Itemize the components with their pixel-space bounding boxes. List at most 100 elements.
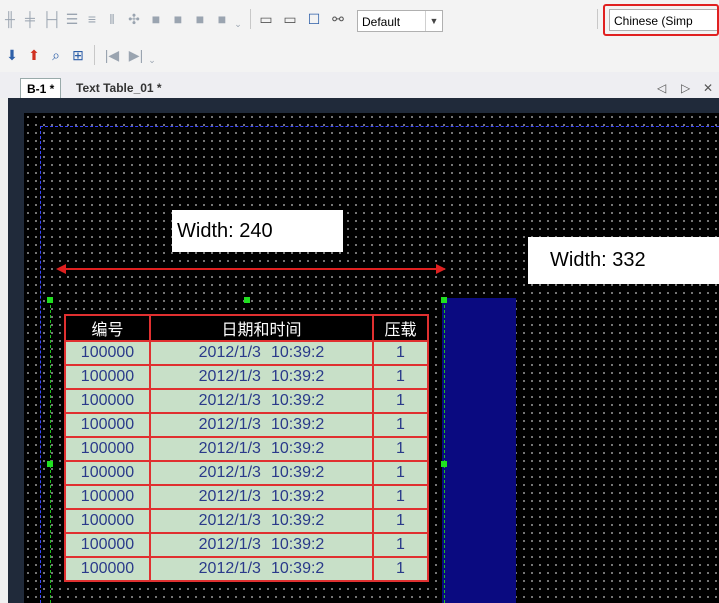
table-row: 100000 2012/1/3 10:39:2 1 — [64, 460, 429, 486]
align-right-icon[interactable]: ├┤ — [42, 11, 62, 27]
table-background-panel[interactable] — [442, 298, 516, 603]
cell-datetime: 2012/1/3 10:39:2 — [149, 556, 374, 582]
cell-id: 100000 — [64, 388, 151, 414]
cell-time: 10:39:2 — [270, 512, 325, 529]
tab-text-table[interactable]: Text Table_01 * — [70, 78, 168, 98]
cell-time: 10:39:2 — [270, 344, 325, 361]
window-icon[interactable]: ☐ — [306, 11, 322, 27]
cell-datetime: 2012/1/3 10:39:2 — [149, 412, 374, 438]
toolbar-row-1: ╫ ╪ ├┤ ☰ ≡ ‖ ✣ ■ ■ ■ ■ ⌄ ▭ ▭ ☐ ⚯ Default… — [0, 0, 719, 38]
table-row: 100000 2012/1/3 10:39:2 1 — [64, 388, 429, 414]
toolbar-row-2: ⬇ ⬆ ⌕ ⊞ |◀ ▶| ⌄ — [0, 38, 719, 72]
cell-id: 100000 — [64, 556, 151, 582]
cell-datetime: 2012/1/3 10:39:2 — [149, 508, 374, 534]
cell-datetime: 2012/1/3 10:39:2 — [149, 340, 374, 366]
cell-value: 1 — [372, 508, 429, 534]
cell-time: 10:39:2 — [270, 416, 325, 433]
table-row: 100000 2012/1/3 10:39:2 1 — [64, 412, 429, 438]
selection-edge-right — [444, 300, 445, 603]
selection-handle[interactable] — [244, 297, 250, 303]
column-header: 压载 — [372, 314, 429, 342]
cell-id: 100000 — [64, 436, 151, 462]
cell-date: 2012/1/3 — [198, 560, 261, 577]
cell-value: 1 — [372, 364, 429, 390]
cell-datetime: 2012/1/3 10:39:2 — [149, 460, 374, 486]
cell-value: 1 — [372, 460, 429, 486]
align-bottom-icon[interactable]: ‖ — [104, 11, 120, 27]
bring-front-icon[interactable]: ■ — [148, 11, 164, 27]
connect-icon[interactable]: ⚯ — [330, 11, 346, 27]
cell-date: 2012/1/3 — [198, 392, 261, 409]
preview-icon[interactable]: ⌕ — [48, 47, 64, 63]
cell-date: 2012/1/3 — [198, 344, 261, 361]
align-center-icon[interactable]: ╪ — [22, 11, 38, 27]
align-left-icon[interactable]: ╫ — [2, 11, 18, 27]
send-backward-icon[interactable]: ■ — [214, 11, 230, 27]
cell-id: 100000 — [64, 508, 151, 534]
dev-icon[interactable]: ▭ — [282, 11, 298, 27]
align-middle-icon[interactable]: ≡ — [84, 11, 100, 27]
tab-b1[interactable]: B-1 * — [20, 78, 62, 98]
selection-handle[interactable] — [441, 461, 447, 467]
cell-time: 10:39:2 — [270, 368, 325, 385]
cell-datetime: 2012/1/3 10:39:2 — [149, 532, 374, 558]
toolbar-separator — [597, 9, 598, 29]
selection-handle[interactable] — [47, 297, 53, 303]
cell-value: 1 — [372, 484, 429, 510]
selection-handle[interactable] — [441, 297, 447, 303]
style-select[interactable]: Default ▼ — [357, 10, 443, 32]
chevron-down-icon: ▼ — [425, 11, 442, 31]
cell-id: 100000 — [64, 484, 151, 510]
cell-value: 1 — [372, 388, 429, 414]
width-arrow — [56, 264, 446, 274]
cell-id: 100000 — [64, 412, 151, 438]
width-240-callout: Width: 240 — [172, 210, 343, 252]
last-icon[interactable]: ▶| — [128, 47, 144, 63]
tab-prev-icon[interactable]: ◁ — [657, 78, 666, 98]
cell-date: 2012/1/3 — [198, 368, 261, 385]
send-back-icon[interactable]: ■ — [170, 11, 186, 27]
style-select-value: Default — [362, 15, 401, 29]
table-row: 100000 2012/1/3 10:39:2 1 — [64, 556, 429, 582]
grid-icon[interactable]: ⊞ — [70, 47, 86, 63]
cell-value: 1 — [372, 340, 429, 366]
selection-handle[interactable] — [47, 461, 53, 467]
center-icon[interactable]: ✣ — [126, 11, 142, 27]
cell-value: 1 — [372, 532, 429, 558]
cell-id: 100000 — [64, 460, 151, 486]
cell-time: 10:39:2 — [270, 536, 325, 553]
text-table[interactable]: 编号 日期和时间 压载 100000 2012/1/3 10:39:2 1 100000… — [64, 314, 429, 582]
tab-close-icon[interactable]: ✕ — [703, 78, 713, 98]
toolbar-separator — [94, 45, 95, 65]
column-header: 日期和时间 — [149, 314, 374, 342]
table-row: 100000 2012/1/3 10:39:2 1 — [64, 508, 429, 534]
table-row: 100000 2012/1/3 10:39:2 1 — [64, 532, 429, 558]
cell-date: 2012/1/3 — [198, 512, 261, 529]
table-header-row: 编号 日期和时间 压载 — [64, 314, 429, 342]
upload-icon[interactable]: ⬆ — [26, 47, 42, 63]
first-icon[interactable]: |◀ — [104, 47, 120, 63]
cell-date: 2012/1/3 — [198, 536, 261, 553]
cell-date: 2012/1/3 — [198, 440, 261, 457]
overflow-icon[interactable]: ⌄ — [144, 52, 160, 68]
width-332-callout: Width: 332 — [528, 237, 719, 284]
download-icon[interactable]: ⬇ — [4, 47, 20, 63]
cell-time: 10:39:2 — [270, 392, 325, 409]
cell-datetime: 2012/1/3 10:39:2 — [149, 436, 374, 462]
tab-next-icon[interactable]: ▷ — [681, 78, 690, 98]
cell-date: 2012/1/3 — [198, 464, 261, 481]
bring-forward-icon[interactable]: ■ — [192, 11, 208, 27]
id-icon[interactable]: ▭ — [258, 11, 274, 27]
cell-value: 1 — [372, 412, 429, 438]
table-row: 100000 2012/1/3 10:39:2 1 — [64, 364, 429, 390]
table-row: 100000 2012/1/3 10:39:2 1 — [64, 436, 429, 462]
table-row: 100000 2012/1/3 10:39:2 1 — [64, 340, 429, 366]
cell-time: 10:39:2 — [270, 560, 325, 577]
column-header: 编号 — [64, 314, 151, 342]
align-top-icon[interactable]: ☰ — [64, 11, 80, 27]
overflow-icon[interactable]: ⌄ — [230, 16, 246, 32]
cell-datetime: 2012/1/3 10:39:2 — [149, 484, 374, 510]
cell-date: 2012/1/3 — [198, 488, 261, 505]
cell-value: 1 — [372, 556, 429, 582]
cell-id: 100000 — [64, 532, 151, 558]
